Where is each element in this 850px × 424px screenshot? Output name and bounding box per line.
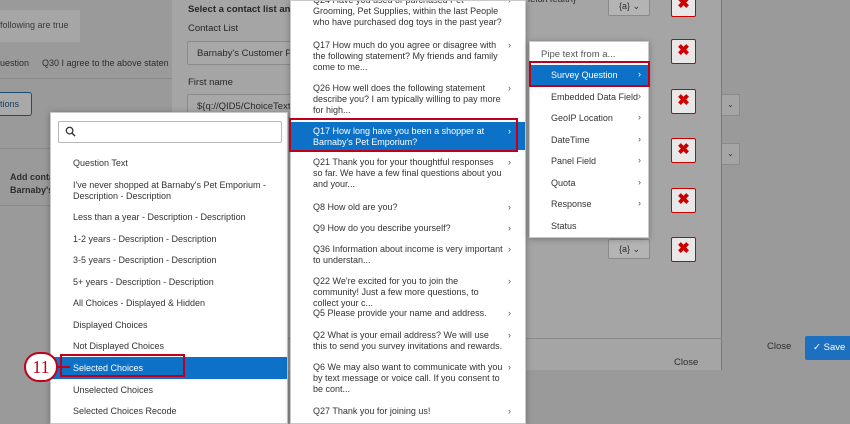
menu-item-selected-choices-recode[interactable]: Selected Choices Recode [51, 406, 287, 417]
outer-close-button[interactable]: Close [767, 341, 791, 352]
submenu-item-datetime[interactable]: DateTime › [530, 130, 648, 151]
delete-field-button[interactable]: ✖ [671, 39, 696, 64]
contact-list-label: Contact List [188, 23, 239, 34]
condition-text: following are true [0, 20, 69, 30]
menu-item-displayed-choices[interactable]: Displayed Choices [51, 320, 287, 331]
pipe-text-button[interactable]: {a} ⌄ [608, 0, 650, 16]
submenu-item-quota[interactable]: Quota › [530, 173, 648, 194]
delete-field-button[interactable]: ✖ [671, 89, 696, 114]
delete-field-button[interactable]: ✖ [671, 0, 696, 17]
field-value[interactable]: ield/Health} [528, 0, 600, 14]
chevron-right-icon: › [508, 223, 511, 233]
question-item-q2[interactable]: Q2 What is your email address? We will u… [291, 330, 525, 352]
submenu-item-panel-field[interactable]: Panel Field › [530, 151, 648, 172]
search-icon [65, 126, 76, 137]
chevron-right-icon: › [508, 244, 511, 254]
checkmark-icon: ✓ [813, 342, 821, 353]
delete-field-button[interactable]: ✖ [671, 188, 696, 213]
chevron-right-icon: › [638, 91, 641, 101]
modal-title: Select a contact list and [188, 4, 297, 15]
chevron-right-icon: › [638, 134, 641, 144]
question-item-q6[interactable]: Q6 We may also want to communicate with … [291, 362, 525, 395]
highlight-selected-choices [60, 354, 185, 377]
save-button[interactable]: ✓ Save [805, 336, 850, 360]
search-box[interactable] [58, 121, 282, 143]
menu-item-question-text[interactable]: Question Text [51, 158, 287, 169]
condition-question: Q30 I agree to the above staten [42, 58, 169, 68]
divider [0, 205, 50, 206]
chevron-right-icon: › [638, 198, 641, 208]
submenu-header: Pipe text from a... [541, 49, 616, 60]
question-item-q36[interactable]: Q36 Information about income is very imp… [291, 244, 525, 266]
question-label: uestion [0, 58, 30, 68]
chevron-right-icon: › [508, 157, 511, 167]
question-item-q26[interactable]: Q26 How well does the following statemen… [291, 83, 525, 116]
question-item-q22[interactable]: Q22 We're excited for you to join the co… [291, 276, 525, 309]
highlight-survey-question [529, 61, 650, 87]
submenu-item-geoip[interactable]: GeoIP Location › [530, 108, 648, 129]
chevron-right-icon: › [508, 362, 511, 372]
menu-item-never-shopped[interactable]: I've never shopped at Barnaby's Pet Empo… [51, 180, 287, 202]
question-item-q21[interactable]: Q21 Thank you for your thoughtful respon… [291, 157, 525, 190]
highlight-q17-shopper [289, 118, 518, 152]
delete-field-button[interactable]: ✖ [671, 237, 696, 262]
chevron-right-icon: › [508, 308, 511, 318]
menu-item-1-2-years[interactable]: 1-2 years - Description - Description [51, 234, 287, 245]
chevron-right-icon: › [638, 112, 641, 122]
chevron-right-icon: › [508, 83, 511, 93]
submenu-item-response[interactable]: Response › [530, 194, 648, 215]
chevron-right-icon: › [508, 0, 511, 5]
contact-list-name: Barnaby's [10, 185, 54, 195]
actions-button-label: tions [0, 99, 20, 109]
chevron-right-icon: › [508, 276, 511, 286]
question-item-q8[interactable]: Q8 How old are you? › [291, 202, 525, 213]
menu-item-less-than-year[interactable]: Less than a year - Description - Descrip… [51, 212, 287, 223]
divider [0, 148, 50, 149]
add-contact-label: Add conta [10, 172, 54, 182]
first-name-label: First name [188, 77, 233, 88]
delete-field-button[interactable]: ✖ [671, 138, 696, 163]
chevron-right-icon: › [508, 40, 511, 50]
pipe-text-button[interactable]: {a} ⌄ [608, 239, 650, 259]
question-item-q24[interactable]: Q24 Have you used or purchased Pet Groom… [291, 0, 525, 28]
menu-item-3-5-years[interactable]: 3-5 years - Description - Description [51, 255, 287, 266]
submenu-item-status[interactable]: Status [530, 216, 648, 237]
search-input[interactable] [81, 124, 277, 140]
chevron-down-icon[interactable]: ⌄ [722, 143, 740, 165]
chevron-right-icon: › [508, 330, 511, 340]
save-button-label: Save [823, 342, 846, 353]
chevron-right-icon: › [638, 155, 641, 165]
step-marker: 11 [24, 352, 58, 382]
menu-item-not-displayed-choices[interactable]: Not Displayed Choices [51, 341, 287, 352]
submenu-item-embedded-data[interactable]: Embedded Data Field › [530, 87, 648, 108]
contact-list-select[interactable]: Barnaby's Customer P... [187, 41, 307, 65]
modal-close-button[interactable]: Close [674, 357, 698, 368]
chevron-right-icon: › [638, 177, 641, 187]
question-item-q5[interactable]: Q5 Please provide your name and address.… [291, 308, 525, 319]
step-marker-connector [58, 366, 70, 368]
chevron-down-icon[interactable]: ⌄ [722, 94, 740, 116]
menu-item-5-plus-years[interactable]: 5+ years - Description - Description [51, 277, 287, 288]
menu-item-all-choices[interactable]: All Choices - Displayed & Hidden [51, 298, 287, 309]
chevron-right-icon: › [508, 202, 511, 212]
question-item-q27[interactable]: Q27 Thank you for joining us! › [291, 406, 525, 417]
chevron-right-icon: › [508, 406, 511, 416]
actions-button[interactable]: tions [0, 92, 32, 116]
question-item-q9[interactable]: Q9 How do you describe yourself? › [291, 223, 525, 234]
choice-field-menu: Question Text I've never shopped at Barn… [50, 112, 288, 424]
condition-header: following are true [0, 10, 80, 42]
question-menu: Q24 Have you used or purchased Pet Groom… [290, 0, 526, 424]
menu-item-unselected-choices[interactable]: Unselected Choices [51, 385, 287, 396]
divider [0, 78, 172, 79]
question-item-q17-agree[interactable]: Q17 How much do you agree or disagree wi… [291, 40, 525, 73]
